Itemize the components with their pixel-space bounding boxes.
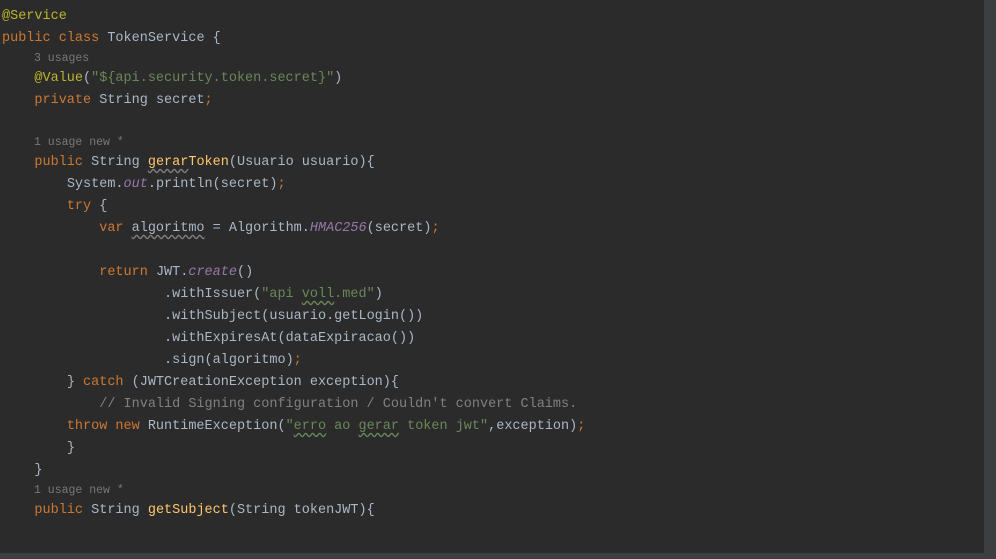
usage-hint[interactable]: 3 usages (2, 50, 970, 68)
code-line: .withIssuer("api voll.med") (2, 284, 970, 306)
blank-line (2, 112, 970, 134)
code-line: // Invalid Signing configuration / Could… (2, 394, 970, 416)
code-line: public class TokenService { (2, 28, 970, 50)
code-line: public String gerarToken(Usuario usuario… (2, 152, 970, 174)
blank-line (2, 240, 970, 262)
code-line: return JWT.create() (2, 262, 970, 284)
code-line: var algoritmo = Algorithm.HMAC256(secret… (2, 218, 970, 240)
code-line: @Value("${api.security.token.secret}") (2, 68, 970, 90)
code-editor[interactable]: @Service public class TokenService { 3 u… (0, 0, 970, 551)
code-line: System.out.println(secret); (2, 174, 970, 196)
code-line: private String secret; (2, 90, 970, 112)
code-line: public String getSubject(String tokenJWT… (2, 500, 970, 522)
usage-hint[interactable]: 1 usage new * (2, 482, 970, 500)
code-line: .sign(algoritmo); (2, 350, 970, 372)
code-line: } (2, 438, 970, 460)
code-line: throw new RuntimeException("erro ao gera… (2, 416, 970, 438)
code-line: .withSubject(usuario.getLogin()) (2, 306, 970, 328)
code-line: } (2, 460, 970, 482)
vertical-scrollbar[interactable] (984, 0, 996, 559)
code-line: .withExpiresAt(dataExpiracao()) (2, 328, 970, 350)
code-line: } catch (JWTCreationException exception)… (2, 372, 970, 394)
code-line: @Service (2, 6, 970, 28)
code-line: try { (2, 196, 970, 218)
status-bar (0, 553, 996, 559)
annotation: @Service (2, 9, 67, 24)
usage-hint[interactable]: 1 usage new * (2, 134, 970, 152)
